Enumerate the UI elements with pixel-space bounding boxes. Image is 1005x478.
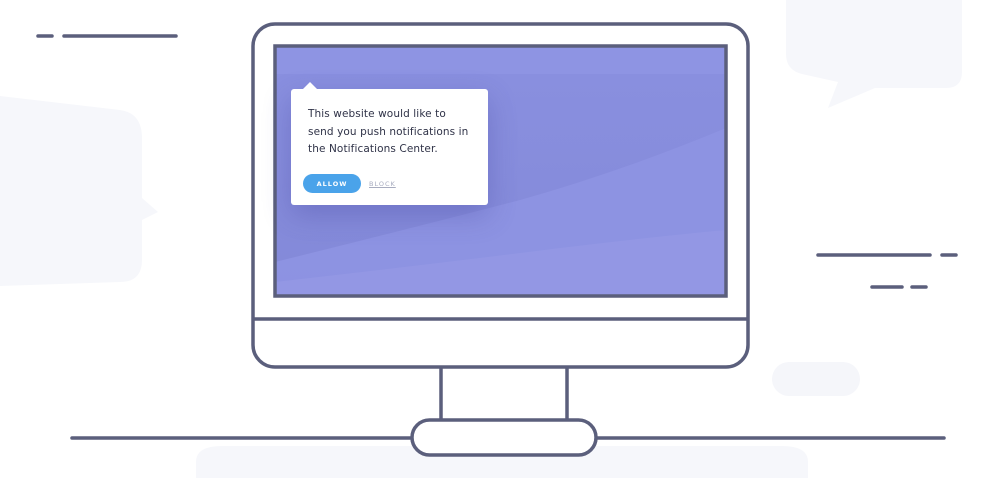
block-link[interactable]: BLOCK xyxy=(369,180,396,188)
popup-actions: ALLOW BLOCK xyxy=(303,174,396,193)
screen-top-band xyxy=(275,46,726,74)
speech-bubble-left xyxy=(0,96,158,286)
popup-message: This website would like to send you push… xyxy=(308,108,469,155)
monitor-base xyxy=(410,418,598,457)
allow-button[interactable]: ALLOW xyxy=(303,174,361,193)
monitor-neck xyxy=(439,364,569,426)
popup-caret xyxy=(303,82,317,89)
notification-popup: This website would like to send you push… xyxy=(291,82,488,205)
speech-bubble-right xyxy=(786,0,962,108)
monitor-illustration xyxy=(0,0,962,478)
pill-shape-right xyxy=(772,362,860,396)
